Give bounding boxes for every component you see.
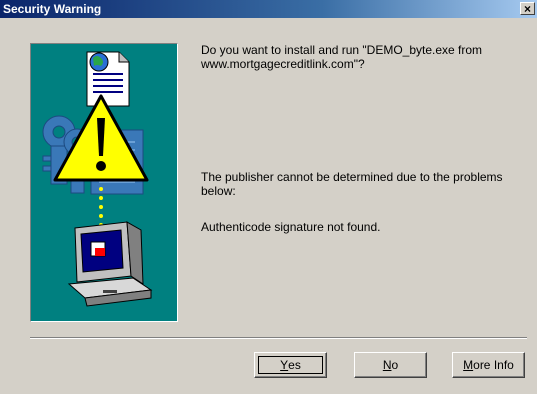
- close-icon: ×: [523, 1, 531, 16]
- authenticode-status-text: Authenticode signature not found.: [201, 220, 381, 234]
- yes-mnemonic: Y: [280, 358, 289, 372]
- security-illustration: [30, 43, 178, 322]
- window-title: Security Warning: [3, 2, 102, 16]
- no-mnemonic: N: [382, 358, 392, 372]
- divider: [30, 337, 527, 339]
- no-button[interactable]: No: [354, 352, 427, 378]
- more-info-button[interactable]: More Info: [452, 352, 525, 378]
- no-label-rest: o: [391, 358, 399, 372]
- publisher-warning-text: The publisher cannot be determined due t…: [201, 170, 503, 198]
- close-button[interactable]: ×: [520, 2, 535, 15]
- more-info-mnemonic: M: [463, 358, 474, 372]
- more-info-label-rest: ore Info: [473, 358, 514, 372]
- computer-icon: [67, 221, 153, 307]
- globe-icon: [89, 52, 109, 72]
- title-bar[interactable]: Security Warning ×: [0, 0, 537, 18]
- yes-button[interactable]: Yes: [254, 352, 327, 378]
- yes-label-rest: es: [288, 358, 301, 372]
- security-warning-dialog: Security Warning × Do you want to instal…: [0, 0, 537, 394]
- install-question-text: Do you want to install and run "DEMO_byt…: [201, 43, 483, 71]
- illustration-graphic: [42, 51, 153, 307]
